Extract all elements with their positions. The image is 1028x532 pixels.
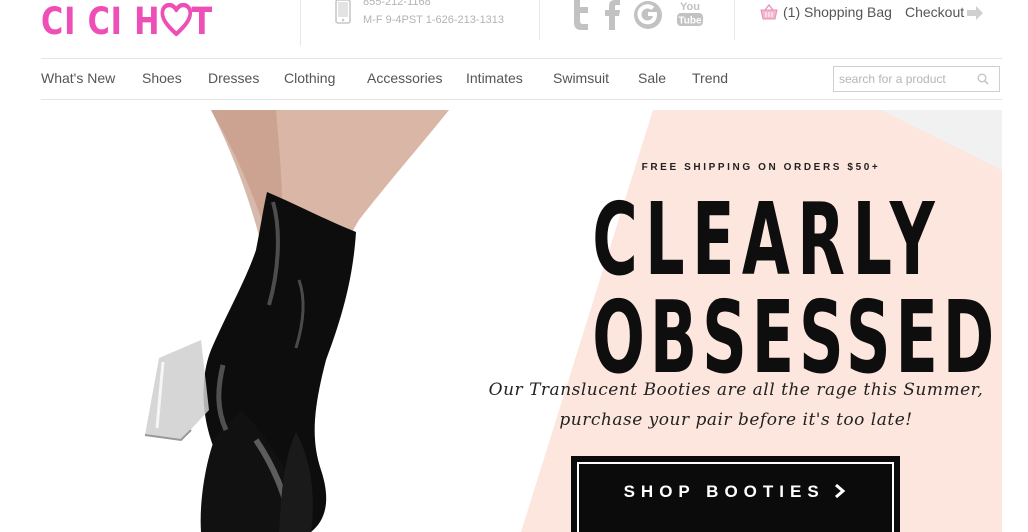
arrow-right-icon[interactable] xyxy=(966,6,984,20)
nav-clothing[interactable]: Clothing xyxy=(284,70,335,86)
nav-accessories[interactable]: Accessories xyxy=(367,70,442,86)
shopping-basket-icon[interactable] xyxy=(760,4,778,20)
header-divider xyxy=(300,0,301,46)
hero-banner[interactable]: FREE SHIPPING ON ORDERS $50+ CLEARLY OBS… xyxy=(41,110,1002,532)
facebook-icon[interactable] xyxy=(603,0,623,30)
contact-hours: M-F 9-4PST 1-626-213-1313 xyxy=(363,14,505,26)
twitter-icon[interactable] xyxy=(569,0,595,30)
tagline-line-2: purchase your pair before it's too late! xyxy=(559,410,913,430)
header-divider xyxy=(734,0,735,40)
svg-text:Tube: Tube xyxy=(678,16,702,27)
youtube-icon[interactable]: You Tube xyxy=(676,0,704,30)
nav-dresses[interactable]: Dresses xyxy=(208,70,259,86)
phone-icon xyxy=(335,0,351,24)
nav-swimsuit[interactable]: Swimsuit xyxy=(553,70,609,86)
headline-line-1: CLEARLY xyxy=(592,181,943,298)
nav-trend[interactable]: Trend xyxy=(692,70,728,86)
search-input[interactable] xyxy=(839,70,969,88)
shop-booties-button[interactable]: SHOP BOOTIES xyxy=(571,456,900,532)
search-box[interactable] xyxy=(833,66,1000,92)
chevron-right-icon xyxy=(835,483,846,499)
search-icon[interactable] xyxy=(977,73,989,85)
nav-whats-new[interactable]: What's New xyxy=(41,70,115,86)
nav-shoes[interactable]: Shoes xyxy=(142,70,182,86)
nav-rule xyxy=(41,99,1002,100)
clear-heel xyxy=(145,340,209,440)
tagline-line-1: Our Translucent Booties are all the rage… xyxy=(488,380,984,400)
header-divider xyxy=(539,0,540,40)
heart-icon xyxy=(160,3,192,37)
nav-intimates[interactable]: Intimates xyxy=(466,70,523,86)
logo-text-right: T xyxy=(191,0,214,43)
headline-line-2: OBSESSED xyxy=(592,279,1000,396)
google-icon[interactable] xyxy=(632,0,664,30)
svg-text:You: You xyxy=(680,1,700,13)
contact-phone[interactable]: 855-212-1168 xyxy=(363,0,431,8)
shop-button-label: SHOP BOOTIES xyxy=(623,482,825,501)
nav-sale[interactable]: Sale xyxy=(638,70,666,86)
site-logo[interactable]: CI CI H T xyxy=(41,2,213,42)
checkout-link[interactable]: Checkout xyxy=(905,4,964,20)
header-rule xyxy=(41,58,1002,59)
free-shipping-text: FREE SHIPPING ON ORDERS $50+ xyxy=(641,162,881,173)
shopping-bag-link[interactable]: (1) Shopping Bag xyxy=(783,4,892,20)
logo-text-left: CI CI H xyxy=(41,0,161,43)
